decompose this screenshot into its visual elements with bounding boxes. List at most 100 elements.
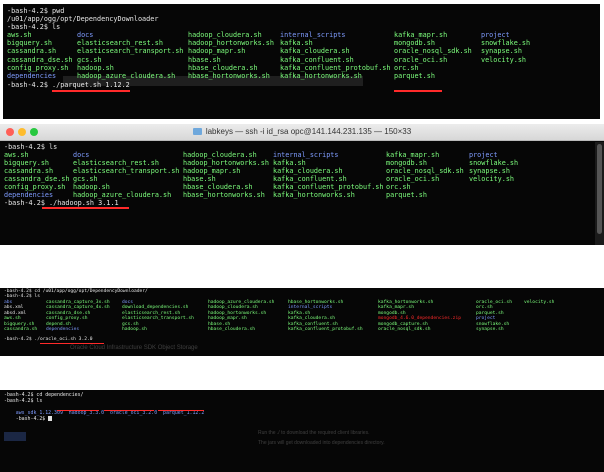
ls-entry: oracle_nosql_sdk.sh: [394, 47, 472, 56]
ls-entry: cassandra_dse.sh: [7, 55, 73, 64]
ls-entry: parquet.sh: [386, 191, 427, 199]
ls-entry: kafka.sh: [280, 39, 313, 48]
ls-entry: velocity.sh: [524, 300, 555, 305]
ls-entry: hadoop_mapr.sh: [183, 167, 241, 175]
terminal-line: -bash-4.2$ ls: [4, 143, 58, 151]
ls-entry: orc.sh: [386, 183, 411, 191]
window-title-text: labkeys — ssh -i id_rsa opc@141.144.231.…: [205, 127, 412, 136]
ls-entry: elasticsearch_rest.sh: [77, 39, 163, 48]
ls-entry: dependencies: [46, 327, 80, 332]
ls-entry: aws.sh: [4, 151, 29, 159]
ls-dir-entry: hadoop_3.3.0: [68, 410, 105, 416]
annotation-underline: [394, 90, 442, 92]
ls-entry: snowflake.sh: [469, 159, 519, 167]
text-cursor: [48, 416, 53, 421]
ls-entry: hadoop.sh: [122, 327, 147, 332]
terminal-window[interactable]: labkeys — ssh -i id_rsa opc@141.144.231.…: [0, 124, 604, 245]
ls-entry: hbase.sh: [183, 175, 216, 183]
ls-entry: hbase_hortonworks.sh: [183, 191, 265, 199]
ls-entry: kafka_confluent.sh: [273, 175, 347, 183]
ls-entry: elasticsearch_rest.sh: [73, 159, 159, 167]
ls-entry: kafka_confluent_protobuf.sh: [273, 183, 384, 191]
ls-entry: kafka_mapr.sh: [394, 31, 448, 39]
terminal-panel-dependencies[interactable]: Run the ./ to download the required clie…: [0, 390, 604, 472]
ls-entry: hadoop_cloudera.sh: [188, 31, 262, 39]
ls-entry: dependencies: [7, 72, 57, 80]
ls-entry: hbase.sh: [188, 55, 221, 64]
annotation-underline: [158, 409, 204, 411]
ls-entry: bigquery.sh: [7, 39, 53, 48]
ls-entry: parquet.sh: [394, 72, 435, 80]
ls-entry: internal_scripts: [273, 151, 339, 159]
ls-entry: hbase_cloudera.sh: [183, 183, 253, 191]
ls-entry: velocity.sh: [481, 55, 527, 64]
ls-entry: hbase_cloudera.sh: [208, 327, 256, 332]
window-titlebar[interactable]: labkeys — ssh -i id_rsa opc@141.144.231.…: [0, 124, 604, 141]
ls-entry: cassandra.sh: [4, 327, 38, 332]
annotation-underline: [52, 90, 130, 92]
ls-entry: aws.sh: [7, 31, 32, 39]
ls-entry: elasticsearch_transport.sh: [73, 167, 180, 175]
ls-entry: hadoop_cloudera.sh: [183, 151, 257, 159]
ls-entry: kafka_mapr.sh: [386, 151, 440, 159]
ls-entry: bigquery.sh: [4, 159, 50, 167]
ls-entry: mongodb.sh: [386, 159, 427, 167]
ls-entry: cassandra.sh: [7, 47, 57, 56]
ls-entry: gcs.sh: [77, 55, 102, 64]
background-overlay-text: Run the ./ to download the required clie…: [258, 430, 370, 436]
terminal-panel-oracle-oci[interactable]: Oracle Cloud Infrastructure SDK Object S…: [0, 288, 604, 356]
ls-entry: project: [481, 31, 510, 39]
ls-entry: mongodb.sh: [394, 39, 435, 48]
ls-entry: project: [469, 151, 498, 159]
terminal-line: /u01/app/ogg/opt/DependencyDownloader: [7, 15, 159, 23]
ls-entry: kafka_cloudera.sh: [273, 167, 343, 175]
ls-entry: oracle_oci.sh: [386, 175, 440, 183]
ls-entry: hbase_cloudera.sh: [188, 63, 258, 72]
ls-entry: config_proxy.sh: [7, 63, 69, 72]
ls-entry: kafka_confluent.sh: [280, 55, 354, 64]
terminal-panel-parquet[interactable]: -bash-4.2$ pwd /u01/app/ogg/opt/Dependen…: [3, 4, 600, 119]
ls-entry: kafka_confluent_protobuf.sh: [280, 63, 391, 72]
terminal-line: -bash-4.2$ ls: [4, 294, 40, 300]
ls-entry: synapse.sh: [481, 47, 522, 56]
ls-entry: config_proxy.sh: [4, 183, 66, 191]
ls-entry: elasticsearch_transport.sh: [77, 47, 184, 56]
ls-entry: gcs.sh: [73, 175, 98, 183]
ls-entry: docs: [77, 31, 94, 39]
ls-entry: hadoop_azure_cloudera.sh: [77, 72, 176, 80]
ls-entry: kafka_cloudera.sh: [280, 47, 350, 56]
ls-entry: oracle_oci.sh: [394, 55, 448, 64]
ls-entry: dependencies: [4, 191, 54, 199]
ls-entry: oracle_nosql_sdk.sh: [378, 327, 431, 332]
ls-entry: hadoop_hortonworks.sh: [183, 159, 269, 167]
ls-entry: hadoop_mapr.sh: [188, 47, 246, 56]
ls-entry: cassandra_dse.sh: [4, 175, 70, 183]
ls-entry: synapse.sh: [469, 167, 510, 175]
ls-entry: kafka_confluent_protobuf.sh: [288, 327, 363, 332]
annotation-underline: [40, 342, 104, 344]
annotation-underline: [104, 409, 154, 411]
background-overlay: [4, 432, 26, 441]
ls-entry: docs: [73, 151, 90, 159]
command-line: -bash-4.2$ ./hadoop.sh 3.1.1: [4, 199, 119, 207]
ls-entry: hbase_hortonworks.sh: [188, 72, 270, 80]
window-title: labkeys — ssh -i id_rsa opc@141.144.231.…: [0, 127, 604, 136]
ls-entry: hadoop.sh: [73, 183, 110, 191]
ls-entry: internal_scripts: [280, 31, 346, 39]
terminal-line: -bash-4.2$ pwd: [7, 7, 65, 15]
ls-entry: kafka_hortonworks.sh: [280, 72, 362, 80]
background-overlay-text: The jars will get downloaded into depend…: [258, 440, 385, 446]
prompt: -bash-4.2$: [15, 416, 49, 422]
scrollbar-thumb[interactable]: [597, 144, 602, 234]
scrollbar[interactable]: [595, 142, 604, 245]
prompt-line[interactable]: -bash-4.2$: [4, 410, 53, 428]
annotation-underline: [57, 409, 99, 411]
terminal-panel-hadoop[interactable]: -bash-4.2$ ls aws.sh docs hadoop_cloudera.…: [0, 142, 594, 245]
background-overlay-text: Oracle Cloud Infrastructure SDK Object S…: [70, 345, 198, 351]
ls-entry: synapse.sh: [476, 327, 504, 332]
ls-entry: hadoop.sh: [77, 63, 114, 72]
ls-entry: kafka.sh: [273, 159, 306, 167]
ls-entry: hadoop_azure_cloudera.sh: [73, 191, 172, 199]
ls-entry: snowflake.sh: [481, 39, 531, 48]
ls-entry: oracle_nosql_sdk.sh: [386, 167, 464, 175]
